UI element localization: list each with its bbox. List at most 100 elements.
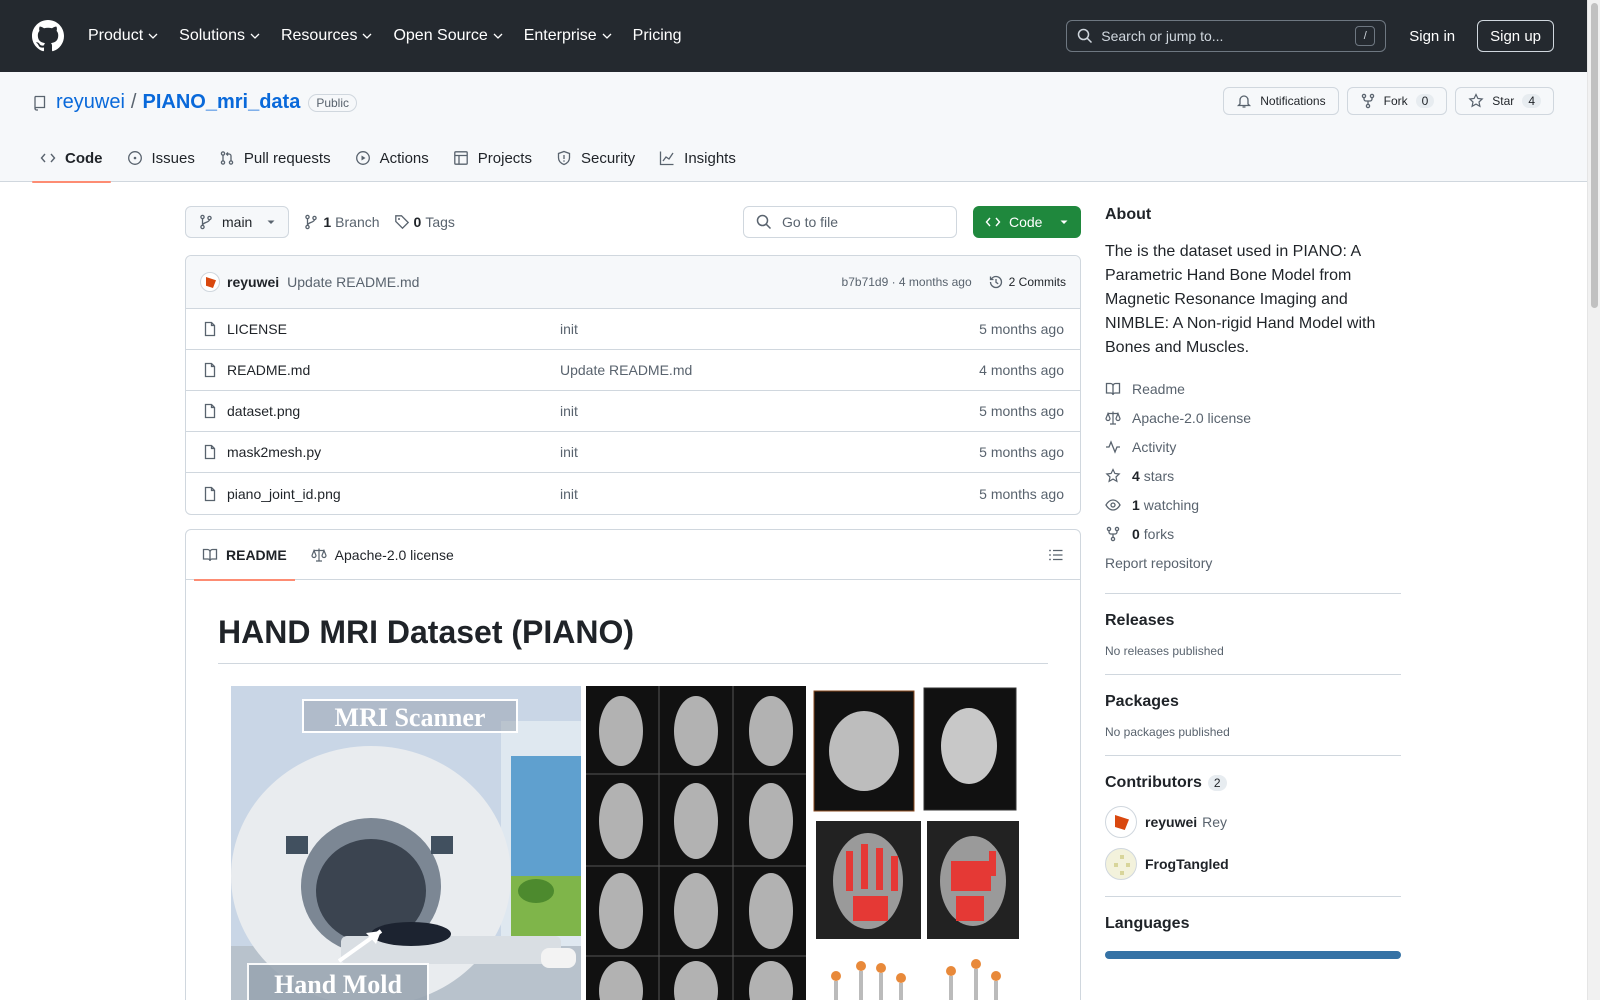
tab-license-label: Apache-2.0 license: [334, 546, 454, 563]
nav-pricing[interactable]: Pricing: [633, 27, 682, 45]
sign-in-link[interactable]: Sign in: [1409, 28, 1455, 45]
fork-button[interactable]: Fork 0: [1346, 87, 1448, 115]
contributors-heading[interactable]: Contributors 2: [1105, 774, 1401, 792]
nav-solutions[interactable]: Solutions: [179, 27, 261, 45]
file-toolbar: main 1 Branch 0 Tags Go to file Code: [185, 206, 1081, 238]
chevron-down-icon: [362, 33, 372, 39]
avatar[interactable]: [1105, 806, 1137, 838]
packages-heading[interactable]: Packages: [1105, 693, 1401, 711]
commits-link[interactable]: 2 Commits: [988, 274, 1066, 290]
file-commit-message[interactable]: init: [560, 486, 979, 502]
readme-link[interactable]: Readme: [1105, 374, 1401, 403]
stars-link[interactable]: 4 stars: [1105, 461, 1401, 490]
nav-open-source[interactable]: Open Source: [393, 27, 503, 45]
stars-label: stars: [1143, 467, 1175, 484]
star-button[interactable]: Star 4: [1455, 87, 1554, 115]
forks-link[interactable]: 0 forks: [1105, 519, 1401, 548]
contributor-login[interactable]: FrogTangled: [1145, 856, 1229, 872]
sign-up-button[interactable]: Sign up: [1477, 20, 1554, 52]
file-commit-message[interactable]: init: [560, 403, 979, 419]
nav-enterprise[interactable]: Enterprise: [524, 27, 613, 45]
search-input[interactable]: Search or jump to... /: [1066, 20, 1387, 52]
search-icon: [1078, 28, 1093, 44]
file-name-link[interactable]: dataset.png: [227, 403, 560, 419]
branches-link[interactable]: 1 Branch: [303, 214, 380, 230]
file-name-link[interactable]: README.md: [227, 362, 560, 378]
tags-link[interactable]: 0 Tags: [394, 214, 455, 230]
license-link[interactable]: Apache-2.0 license: [1105, 403, 1401, 432]
notifications-button[interactable]: Notifications: [1223, 87, 1339, 115]
file-browser: main 1 Branch 0 Tags Go to file Code rey…: [185, 206, 1081, 515]
watchers-link[interactable]: 1 watching: [1105, 490, 1401, 519]
pulse-icon: [1106, 439, 1120, 454]
table-row[interactable]: dataset.png init 5 months ago: [186, 391, 1080, 432]
file-commit-message[interactable]: init: [560, 444, 979, 460]
activity-link[interactable]: Activity: [1105, 432, 1401, 461]
tab-code[interactable]: Code: [32, 134, 111, 183]
file-commit-message[interactable]: Update README.md: [560, 362, 979, 378]
tab-pull-requests-label: Pull requests: [243, 149, 331, 167]
fork-icon: [1106, 526, 1120, 541]
scrollbar-thumb[interactable]: [1591, 3, 1598, 308]
contributor-login[interactable]: reyuwei: [1145, 814, 1197, 830]
file-icon: [204, 403, 216, 419]
repo-name-link[interactable]: PIANO_mri_data: [142, 91, 300, 114]
tab-insights[interactable]: Insights: [651, 134, 744, 182]
avatar[interactable]: [200, 272, 220, 292]
tab-security[interactable]: Security: [548, 134, 643, 182]
caret-down-icon: [1060, 220, 1068, 224]
packages-section: Packages No packages published: [1105, 674, 1401, 739]
list-item[interactable]: FrogTangled: [1105, 848, 1401, 880]
tab-insights-label: Insights: [684, 149, 736, 167]
latest-commit: reyuwei Update README.md b7b71d9 · 4 mon…: [186, 256, 1080, 309]
top-nav: Product Solutions Resources Open Source …: [88, 27, 702, 45]
header-right: Search or jump to... / Sign in Sign up: [1066, 20, 1554, 52]
list-unordered-icon[interactable]: [1048, 547, 1064, 563]
tab-issues[interactable]: Issues: [119, 134, 203, 182]
watching-label: watching: [1143, 496, 1200, 513]
table-row[interactable]: mask2mesh.py init 5 months ago: [186, 432, 1080, 473]
search-shortcut-key: /: [1355, 26, 1376, 46]
branch-selector[interactable]: main: [185, 206, 290, 238]
table-row[interactable]: LICENSE init 5 months ago: [186, 309, 1080, 350]
nav-resources[interactable]: Resources: [281, 27, 373, 45]
tab-license[interactable]: Apache-2.0 license: [303, 530, 462, 580]
commit-hash-time[interactable]: b7b71d9 · 4 months ago: [842, 275, 972, 289]
avatar[interactable]: [1105, 848, 1137, 880]
file-name-link[interactable]: mask2mesh.py: [227, 444, 560, 460]
fork-label: Fork: [1383, 94, 1408, 108]
file-icon: [204, 486, 216, 501]
commit-author-link[interactable]: reyuwei: [227, 274, 279, 290]
global-header: Product Solutions Resources Open Source …: [0, 0, 1587, 72]
file-name-link[interactable]: LICENSE: [227, 321, 560, 337]
releases-heading[interactable]: Releases: [1105, 612, 1401, 630]
readme-title: HAND MRI Dataset (PIANO): [218, 614, 1048, 664]
branch-icon: [200, 214, 212, 230]
nav-product[interactable]: Product: [88, 27, 159, 45]
commit-message-link[interactable]: Update README.md: [287, 274, 419, 290]
star-icon: [1105, 467, 1121, 482]
table-row[interactable]: piano_joint_id.png init 5 months ago: [186, 473, 1080, 514]
list-item[interactable]: reyuwei Rey: [1105, 806, 1401, 838]
law-icon: [1105, 411, 1121, 425]
table-row[interactable]: README.md Update README.md 4 months ago: [186, 350, 1080, 391]
tab-projects[interactable]: Projects: [445, 134, 540, 182]
tab-actions[interactable]: Actions: [347, 134, 437, 182]
file-age: 5 months ago: [979, 403, 1064, 419]
nav-solutions-label: Solutions: [179, 27, 245, 44]
book-icon: [202, 548, 218, 561]
tag-count: 0: [413, 214, 422, 230]
tab-pull-requests[interactable]: Pull requests: [211, 134, 339, 182]
repo-owner-link[interactable]: reyuwei: [56, 91, 125, 114]
go-to-file-input[interactable]: Go to file: [743, 206, 957, 238]
code-dropdown-button[interactable]: Code: [973, 206, 1081, 238]
report-repository-link[interactable]: Report repository: [1105, 548, 1401, 577]
stars-count: 4: [1132, 467, 1140, 484]
tab-readme[interactable]: README: [194, 530, 295, 581]
tab-security-label: Security: [580, 149, 636, 167]
page-scrollbar[interactable]: [1587, 0, 1600, 1000]
file-name-link[interactable]: piano_joint_id.png: [227, 486, 560, 502]
github-logo-icon[interactable]: [32, 20, 64, 52]
file-commit-message[interactable]: init: [560, 321, 979, 337]
code-icon: [985, 217, 1001, 227]
